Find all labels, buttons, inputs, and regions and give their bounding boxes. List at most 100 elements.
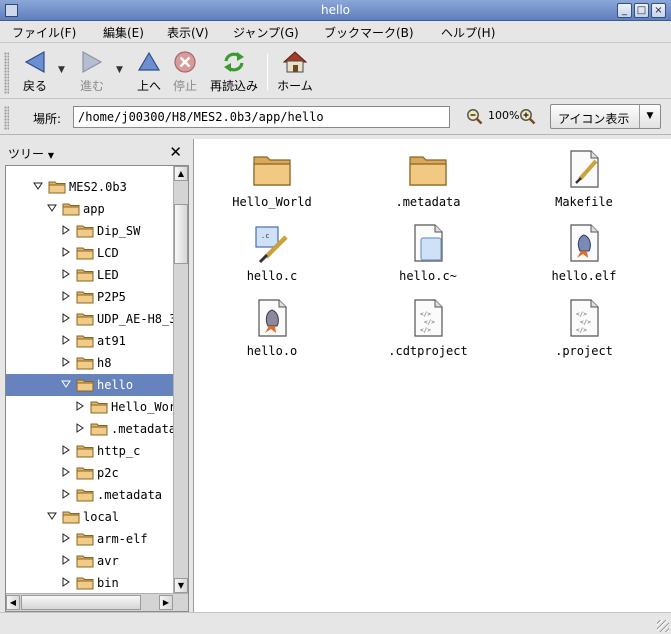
back-button[interactable]: 戻る — [19, 49, 51, 97]
expander-collapsed-icon[interactable] — [75, 401, 85, 411]
folder-icon — [76, 335, 94, 348]
file-name: .metadata — [395, 195, 461, 209]
tree-item[interactable]: avr — [6, 550, 174, 572]
scroll-up-arrow[interactable]: ▲ — [174, 166, 188, 181]
tree-item-label: bin — [97, 576, 119, 590]
expander-collapsed-icon[interactable] — [61, 489, 71, 499]
tree-item[interactable]: p2c — [6, 462, 174, 484]
horizontal-scrollbar[interactable]: ◀ ▶ — [6, 593, 188, 611]
tree-item[interactable]: at91 — [6, 330, 174, 352]
scroll-left-arrow[interactable]: ◀ — [6, 595, 20, 610]
back-arrow-icon — [24, 50, 45, 74]
maximize-button[interactable]: □ — [634, 3, 649, 18]
expander-collapsed-icon[interactable] — [75, 423, 85, 433]
zoom-level[interactable]: 100% — [488, 109, 519, 122]
file-item[interactable]: </> </> </> .cdtproject — [368, 292, 488, 362]
makefile-icon — [570, 150, 599, 188]
home-button[interactable]: ホーム — [274, 49, 316, 97]
close-icon[interactable]: ✕ — [169, 143, 182, 161]
menu-go[interactable]: ジャンプ(G) — [233, 24, 299, 41]
sidebar-type-select[interactable]: ツリー ▼ — [8, 145, 54, 162]
horizontal-scroll-thumb[interactable] — [21, 595, 141, 610]
file-item[interactable]: Makefile — [524, 143, 644, 213]
menu-edit[interactable]: 編集(E) — [103, 24, 144, 41]
tree-item[interactable]: UDP_AE-H8_3048 — [6, 308, 174, 330]
tree-item[interactable]: app — [6, 198, 174, 220]
folder-icon — [76, 379, 94, 392]
expander-collapsed-icon[interactable] — [61, 291, 71, 301]
tree-item[interactable]: arm-elf — [6, 528, 174, 550]
expander-collapsed-icon[interactable] — [61, 313, 71, 323]
file-item[interactable]: hello.elf — [524, 217, 644, 287]
expander-collapsed-icon[interactable] — [61, 335, 71, 345]
file-name: .cdtproject — [388, 344, 468, 358]
tree-item[interactable]: h8 — [6, 352, 174, 374]
expander-collapsed-icon[interactable] — [61, 247, 71, 257]
resize-grip[interactable] — [657, 620, 669, 632]
tree-item-label: Dip_SW — [97, 224, 141, 238]
reload-button[interactable]: 再読込み — [206, 49, 262, 97]
location-input[interactable]: /home/j00300/H8/MES2.0b3/app/hello — [73, 106, 450, 128]
tree-item[interactable]: .metadata — [6, 418, 174, 440]
expander-collapsed-icon[interactable] — [61, 577, 71, 587]
expander-collapsed-icon[interactable] — [61, 467, 71, 477]
file-item[interactable]: hello.c~ — [368, 217, 488, 287]
scroll-down-arrow[interactable]: ▼ — [174, 578, 188, 593]
back-history-dropdown[interactable]: ▼ — [58, 65, 65, 75]
expander-expanded-icon[interactable] — [61, 379, 71, 389]
vertical-scrollbar[interactable]: ▲ ▼ — [173, 166, 188, 593]
up-label: 上へ — [136, 79, 161, 93]
file-item[interactable]: hello.o — [212, 292, 332, 362]
tree-item[interactable]: http_c — [6, 440, 174, 462]
forward-button[interactable]: 進む — [76, 49, 108, 97]
file-item[interactable]: </> </> </> .project — [524, 292, 644, 362]
menu-help[interactable]: ヘルプ(H) — [441, 24, 495, 41]
forward-history-dropdown[interactable]: ▼ — [116, 65, 123, 75]
file-item[interactable]: Hello_World — [212, 143, 332, 213]
expander-collapsed-icon[interactable] — [61, 225, 71, 235]
zoom-out-icon[interactable] — [466, 108, 483, 125]
toolbar-handle[interactable] — [4, 52, 9, 94]
folder-icon — [48, 181, 66, 194]
menu-bookmarks[interactable]: ブックマーク(B) — [324, 24, 414, 41]
tree-item[interactable]: bin — [6, 572, 174, 593]
tree-item[interactable]: LCD — [6, 242, 174, 264]
svg-text:</>: </> — [420, 327, 431, 334]
folder-icon — [76, 357, 94, 370]
expander-collapsed-icon[interactable] — [61, 357, 71, 367]
file-icon-view[interactable]: Hello_World .metadata Makefile .c hello.c hel… — [193, 139, 671, 612]
menu-view[interactable]: 表示(V) — [167, 24, 209, 41]
up-button[interactable]: 上へ — [134, 49, 164, 97]
scroll-thumb[interactable] — [174, 204, 188, 264]
scroll-right-arrow[interactable]: ▶ — [159, 595, 173, 610]
expander-collapsed-icon[interactable] — [61, 445, 71, 455]
zoom-in-icon[interactable] — [519, 108, 536, 125]
stop-button[interactable]: 停止 — [170, 49, 200, 97]
close-button[interactable]: × — [651, 3, 666, 18]
expander-collapsed-icon[interactable] — [61, 533, 71, 543]
expander-expanded-icon[interactable] — [47, 511, 57, 521]
tree-item[interactable]: Dip_SW — [6, 220, 174, 242]
tree-item[interactable]: local — [6, 506, 174, 528]
tree-item[interactable]: MES2.0b3 — [6, 176, 174, 198]
menu-file[interactable]: ファイル(F) — [12, 24, 76, 41]
tree-item[interactable]: Hello_World — [6, 396, 174, 418]
folder-icon — [90, 423, 108, 436]
home-label: ホーム — [277, 79, 313, 93]
tree-item[interactable]: .metadata — [6, 484, 174, 506]
folder-tree[interactable]: MES2.0b3 app Dip_SW LCD LED P2P5 UDP_AE-H8_304… — [6, 166, 174, 593]
expander-expanded-icon[interactable] — [47, 203, 57, 213]
tree-item[interactable]: hello — [6, 374, 174, 396]
expander-collapsed-icon[interactable] — [61, 555, 71, 565]
file-item[interactable]: .metadata — [368, 143, 488, 213]
file-item[interactable]: .c hello.c — [212, 217, 332, 287]
expander-collapsed-icon[interactable] — [61, 269, 71, 279]
svg-text:</>: </> — [420, 311, 431, 318]
tree-item[interactable]: LED — [6, 264, 174, 286]
expander-expanded-icon[interactable] — [33, 181, 43, 191]
minimize-button[interactable]: _ — [617, 3, 632, 18]
tree-item[interactable]: P2P5 — [6, 286, 174, 308]
folder-icon — [76, 291, 94, 304]
location-bar-handle[interactable] — [4, 106, 9, 130]
view-mode-select[interactable]: アイコン表示 ▼ — [550, 104, 661, 129]
